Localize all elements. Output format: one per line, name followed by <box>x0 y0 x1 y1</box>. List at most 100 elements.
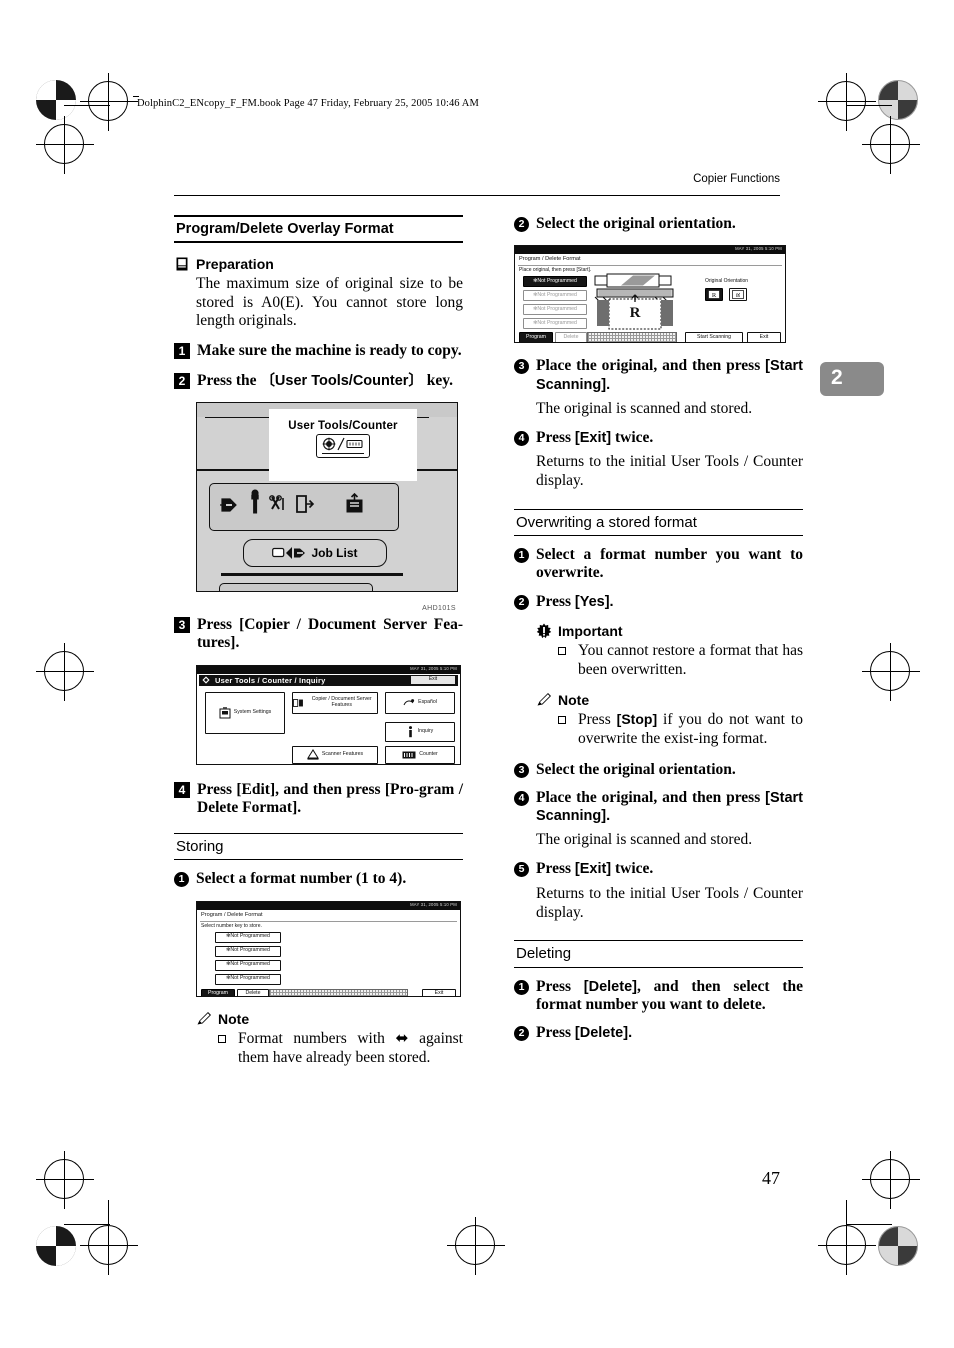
lcd2-format-button-3[interactable]: ✻Not Programmed <box>215 959 281 971</box>
storing-substep-1: 1 Select a format number (1 to 4). <box>174 870 463 888</box>
lcd3-format-button-4[interactable]: ✻Not Programmed <box>523 318 587 330</box>
registration-mark-bottom-right <box>878 1226 918 1266</box>
lcd3-format-button-2[interactable]: ✻Not Programmed <box>523 290 587 302</box>
svg-text:R: R <box>630 305 641 321</box>
bullet-square-note <box>558 715 566 724</box>
landscape-orientation-icon: R <box>732 290 744 300</box>
overwriting-note-bullet: Press [Stop] if you do not want to overw… <box>558 711 803 749</box>
lcd3-delete-softkey[interactable]: Delete <box>555 332 587 343</box>
registration-mark-bottom-left <box>36 1226 76 1266</box>
ow-substep-4-text-before: Place the original, and then press <box>536 788 766 806</box>
lcd3-format-button-1[interactable]: ✻Not Programmed <box>523 276 587 288</box>
job-list-icon <box>272 546 306 559</box>
lcd2-format-button-1[interactable]: ✻Not Programmed <box>215 931 281 943</box>
step-4-marker: 4 <box>174 781 190 798</box>
toner-add-icon <box>346 492 363 513</box>
maintenance-icon <box>251 489 259 514</box>
user-tools-counter-key-icon[interactable] <box>316 433 370 458</box>
lcd-espanol-button[interactable]: Español <box>385 691 455 714</box>
step-1: 1 Make sure the machine is ready to copy… <box>174 342 463 360</box>
lcd3-title: Program / Delete Format <box>519 256 581 263</box>
chapter-tab-number: 2 <box>831 366 843 389</box>
overwriting-note-heading: Note <box>536 692 803 708</box>
overwriting-note-before: Press <box>578 710 617 728</box>
ow-substep-2-key: [Yes]. <box>574 593 614 610</box>
step-4-text: Press [Edit], and then press [Pro-gram /… <box>197 780 463 816</box>
header-rule <box>174 195 780 196</box>
important-heading: Important <box>536 623 803 639</box>
job-list-button[interactable]: Job List <box>243 538 387 567</box>
lcd-copier-features-button[interactable]: Copier / Document Server Features <box>292 691 378 714</box>
deleting-heading: Deleting <box>514 940 803 968</box>
lcd-inquiry-button[interactable]: Inquiry <box>385 721 455 742</box>
ow-substep-1-marker: 1 <box>514 548 529 564</box>
r-substep-3-body: The original is scanned and stored. <box>536 399 753 417</box>
ow-substep-1-text: Select a format number you want to overw… <box>536 546 803 582</box>
important-bullet: You cannot restore a format that has bee… <box>558 642 803 680</box>
original-placement-illustration: R <box>594 273 674 330</box>
r-substep-4-key: [Exit] <box>574 429 612 446</box>
del-substep-1-before: Press <box>536 977 584 995</box>
lcd3-start-scanning-softkey[interactable]: Start Scanning <box>685 332 743 343</box>
step-1-marker: 1 <box>174 343 190 360</box>
lcd-inquiry-label: Inquiry <box>417 727 434 734</box>
step-2: 2 Press the 〔User Tools/Counter〕 key. <box>174 372 463 390</box>
ow-substep-3-marker: 3 <box>514 762 529 778</box>
ow-substep-4: 4 Place the original, and then press [St… <box>514 789 803 826</box>
lcd2-clock: MAY 31, 2005 5:10 PM <box>410 901 457 907</box>
bullet-square-important <box>558 646 566 655</box>
lcd2-program-softkey[interactable]: Program <box>201 988 235 996</box>
ow-substep-5-text-after: twice. <box>611 860 654 878</box>
lcd2-exit-softkey[interactable]: Exit <box>422 988 456 996</box>
r-substep-4-text-after: twice. <box>611 428 654 446</box>
portrait-orientation-icon: R <box>708 290 720 299</box>
lcd-system-settings-label: System Settings <box>233 708 272 715</box>
r-substep-4-body: Returns to the initial User Tools / Coun… <box>536 453 803 489</box>
lcd-counter-label: Counter <box>419 750 438 757</box>
lcd3-program-softkey[interactable]: Program <box>519 332 553 343</box>
r-substep-2-text: Select the original orientation. <box>536 215 736 232</box>
lcd3-exit-softkey[interactable]: Exit <box>747 332 781 343</box>
section-title: Program/Delete Overlay Format <box>174 215 463 243</box>
storing-note-bullet: Format numbers with ⬌ against them have … <box>218 1030 463 1068</box>
lcd-system-settings-button[interactable]: System Settings <box>205 691 285 734</box>
lcd2-prompt: Select number key to store. <box>201 922 262 929</box>
lcd2-format-button-2[interactable]: ✻Not Programmed <box>215 945 281 957</box>
lcd3-orientation-landscape[interactable]: R <box>729 288 747 302</box>
lcd-scanner-features-button[interactable]: Scanner Features <box>292 745 378 764</box>
lcd3-inner: Program / Delete Format Place original, … <box>515 254 785 343</box>
storing-heading: Storing <box>174 833 463 861</box>
lcd3-orientation-portrait[interactable]: R <box>705 288 723 302</box>
lcd3-prompt: Place original, then press [Start]. <box>519 267 592 274</box>
svg-text:R: R <box>712 292 717 299</box>
lcd2-title: Program / Delete Format <box>201 911 263 918</box>
lcd2-format-button-4[interactable]: ✻Not Programmed <box>215 973 281 985</box>
panel-indicator-icons <box>220 489 363 514</box>
lcd-titlebar: MAY 31, 2005 5:10 PM <box>197 665 460 674</box>
lcd2-titlebar: MAY 31, 2005 5:10 PM <box>197 901 460 910</box>
crop-line-right-h <box>846 105 892 106</box>
lcd3-clock: MAY 31, 2005 5:10 PM <box>735 246 782 252</box>
figure-id-ahd101s: AHD101S <box>422 604 456 612</box>
lcd2-inner: Program / Delete Format Select number ke… <box>197 909 460 996</box>
registration-mark-top-left <box>36 80 76 120</box>
panel-bottom-box <box>219 582 373 591</box>
lcd2-divider <box>200 920 457 922</box>
step-3-marker: 3 <box>174 616 190 633</box>
svg-text:R: R <box>735 292 742 297</box>
storing-substep-1-marker: 1 <box>174 872 189 888</box>
lcd-exit-button[interactable]: Exit <box>410 675 456 686</box>
user-tools-callout: User Tools/Counter <box>269 408 417 481</box>
lcd2-delete-softkey[interactable]: Delete <box>237 988 269 996</box>
lcd3-format-button-3[interactable]: ✻Not Programmed <box>523 304 587 316</box>
crop-line-left-h <box>64 105 110 106</box>
preparation-text: The maximum size of original size to be … <box>196 274 463 330</box>
del-substep-1: 1 Press [Delete], and then select the fo… <box>514 978 803 1015</box>
data-in-icon <box>220 498 237 512</box>
crop-target-mid-right-2 <box>862 643 920 701</box>
storing-note-bullet-text: Format numbers with ⬌ against them have … <box>238 1029 463 1066</box>
crop-target-mid-left-3 <box>36 1151 94 1209</box>
lcd-counter-button[interactable]: Counter <box>385 745 455 764</box>
crop-target-bottom-center <box>447 1217 505 1275</box>
book-icon <box>174 256 190 272</box>
